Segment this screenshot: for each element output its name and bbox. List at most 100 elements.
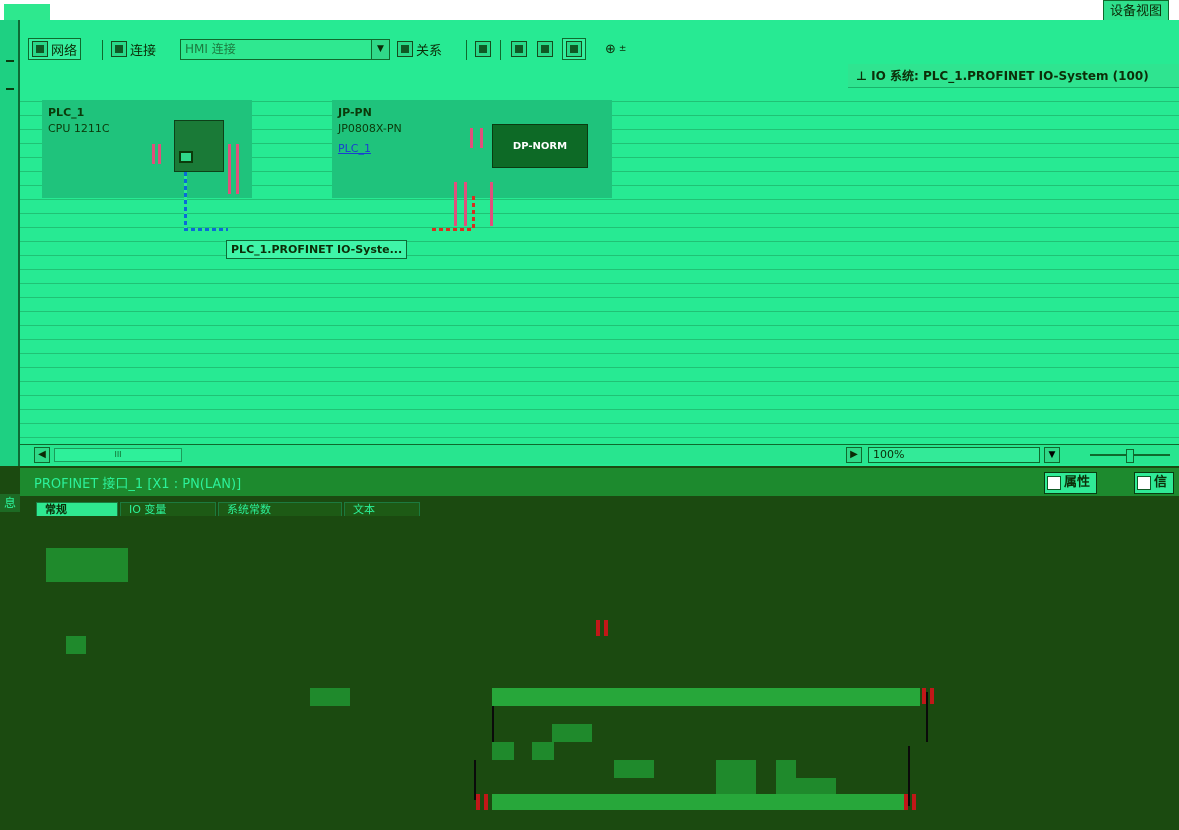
left-collapsed-panel[interactable] bbox=[0, 20, 20, 466]
chevron-down-icon[interactable]: ▼ bbox=[371, 40, 389, 59]
toolbar-separator bbox=[102, 40, 103, 60]
device-jp-pn[interactable]: JP-PN JP0808X-PN PLC_1 DP-NORM bbox=[332, 100, 612, 198]
relations-button[interactable]: 关系 bbox=[394, 38, 445, 60]
device-icon bbox=[511, 41, 527, 57]
profinet-subnet-label[interactable]: PLC_1.PROFINET IO-Syste... bbox=[226, 240, 408, 259]
show-names-button[interactable] bbox=[472, 38, 494, 60]
module-label: DP-NORM bbox=[512, 141, 568, 152]
tab-io-tags[interactable]: IO 变量 bbox=[120, 502, 216, 516]
side-panel-label[interactable]: 息 bbox=[0, 494, 20, 512]
relations-icon bbox=[397, 41, 413, 57]
marker-bar bbox=[596, 620, 600, 636]
info-tab[interactable]: 信 bbox=[1134, 472, 1175, 494]
ethernet-cable-unassigned bbox=[432, 228, 472, 231]
scrollbar-thumb[interactable]: III bbox=[54, 448, 182, 462]
zoom-slider[interactable] bbox=[1090, 449, 1170, 463]
marker-bar bbox=[476, 794, 480, 810]
horizontal-scrollbar[interactable]: ◀ III ▶ 100% ▼ bbox=[20, 444, 1179, 464]
relations-button-label: 关系 bbox=[416, 43, 443, 59]
ethernet-cable bbox=[184, 172, 187, 228]
marker-bar bbox=[930, 688, 934, 704]
frame-line bbox=[908, 746, 910, 806]
marker-bar bbox=[236, 144, 239, 194]
network-canvas[interactable]: PLC_1 CPU 1211C JP-PN JP0808X-PN PLC_1 D… bbox=[20, 88, 1179, 444]
marker-bar bbox=[604, 620, 608, 636]
grid-button[interactable] bbox=[534, 38, 556, 60]
network-icon bbox=[32, 41, 48, 57]
connection-type-select[interactable]: HMI 连接 ▼ bbox=[180, 39, 390, 60]
inspector-tabs: 常规 IO 变量 系统常数 文本 bbox=[20, 496, 1179, 516]
name-icon bbox=[475, 41, 491, 57]
title-strip: 设备视图 bbox=[0, 0, 1179, 22]
module-block[interactable]: DP-NORM bbox=[492, 124, 588, 168]
marker-bar bbox=[158, 144, 161, 164]
panel-marker bbox=[6, 88, 14, 90]
network-toolbar: 网络 连接 HMI 连接 ▼ 关系 ⊕ ± bbox=[20, 32, 1179, 66]
ethernet-cable bbox=[184, 228, 228, 231]
marker-bar bbox=[228, 144, 231, 194]
nav-tree-block[interactable] bbox=[66, 636, 86, 654]
connection-type-value: HMI 连接 bbox=[185, 42, 236, 56]
marker-bar bbox=[454, 182, 457, 226]
device-type: CPU 1211C bbox=[48, 122, 110, 135]
info-label: 信 bbox=[1154, 475, 1168, 490]
panel-toggle-button[interactable] bbox=[562, 38, 586, 60]
content-block bbox=[716, 760, 756, 796]
panel-icon bbox=[566, 41, 582, 57]
scroll-right-button[interactable]: ▶ bbox=[846, 447, 862, 463]
content-block bbox=[552, 724, 592, 742]
device-overview-button[interactable] bbox=[508, 38, 530, 60]
device-view-tab[interactable]: 设备视图 bbox=[1102, 0, 1169, 22]
tab-general[interactable]: 常规 bbox=[36, 502, 118, 516]
marker-bar bbox=[904, 794, 908, 810]
network-button[interactable]: 网络 bbox=[28, 38, 82, 60]
plc-interface-block bbox=[174, 120, 224, 172]
zoom-level-field[interactable]: 100% bbox=[868, 447, 1040, 463]
content-block bbox=[532, 742, 554, 760]
device-plc-1[interactable]: PLC_1 CPU 1211C bbox=[42, 100, 252, 198]
network-button-label: 网络 bbox=[51, 43, 78, 59]
ethernet-port-icon[interactable] bbox=[179, 151, 193, 163]
dropdown-arrow-icon: ± bbox=[618, 44, 627, 54]
zoom-in-icon: ⊕ bbox=[605, 41, 616, 57]
connection-button[interactable]: 连接 bbox=[108, 38, 159, 60]
tab-texts[interactable]: 文本 bbox=[344, 502, 420, 516]
marker-bar bbox=[490, 182, 493, 226]
marker-bar bbox=[912, 794, 916, 810]
device-name: PLC_1 bbox=[48, 106, 85, 119]
frame-line bbox=[926, 692, 928, 742]
properties-icon bbox=[1047, 476, 1061, 490]
frame-line bbox=[492, 706, 494, 742]
content-block bbox=[776, 760, 796, 796]
section-footer-bar bbox=[492, 794, 906, 810]
io-system-bar[interactable]: ⊥ IO 系统: PLC_1.PROFINET IO-System (100) bbox=[848, 64, 1179, 88]
marker-bar bbox=[152, 144, 155, 164]
network-view-editor: 网络 连接 HMI 连接 ▼ 关系 ⊕ ± ⊥ IO 系统: PLC_1.PROF… bbox=[20, 20, 1179, 466]
content-block bbox=[614, 760, 654, 778]
marker-bar bbox=[484, 794, 488, 810]
grid-icon bbox=[537, 41, 553, 57]
pin-icon[interactable]: ⊥ bbox=[856, 69, 867, 83]
toolbar-separator bbox=[500, 40, 501, 60]
tab-system-constants[interactable]: 系统常数 bbox=[218, 502, 342, 516]
scroll-left-button[interactable]: ◀ bbox=[34, 447, 50, 463]
nav-tree-block[interactable] bbox=[46, 548, 128, 582]
properties-tab[interactable]: 属性 bbox=[1044, 472, 1098, 494]
panel-marker bbox=[6, 60, 14, 62]
zoom-in-button[interactable]: ⊕ ± bbox=[602, 38, 629, 60]
assigned-controller-link[interactable]: PLC_1 bbox=[338, 142, 371, 155]
zoom-level-value: 100% bbox=[873, 448, 905, 461]
info-icon bbox=[1137, 476, 1151, 490]
content-block bbox=[310, 688, 350, 706]
device-type: JP0808X-PN bbox=[338, 122, 402, 135]
ethernet-cable-unassigned bbox=[472, 196, 475, 231]
marker-bar bbox=[470, 128, 473, 148]
marker-bar bbox=[464, 182, 467, 226]
inspector-title: PROFINET 接口_1 [X1 : PN(LAN)] bbox=[34, 477, 242, 492]
zoom-dropdown-button[interactable]: ▼ bbox=[1044, 447, 1060, 463]
toolbar-separator bbox=[466, 40, 467, 60]
content-block bbox=[492, 742, 514, 760]
connection-icon bbox=[111, 41, 127, 57]
marker-bar bbox=[480, 128, 483, 148]
inspector-header: PROFINET 接口_1 [X1 : PN(LAN)] 属性 信 bbox=[20, 468, 1179, 496]
